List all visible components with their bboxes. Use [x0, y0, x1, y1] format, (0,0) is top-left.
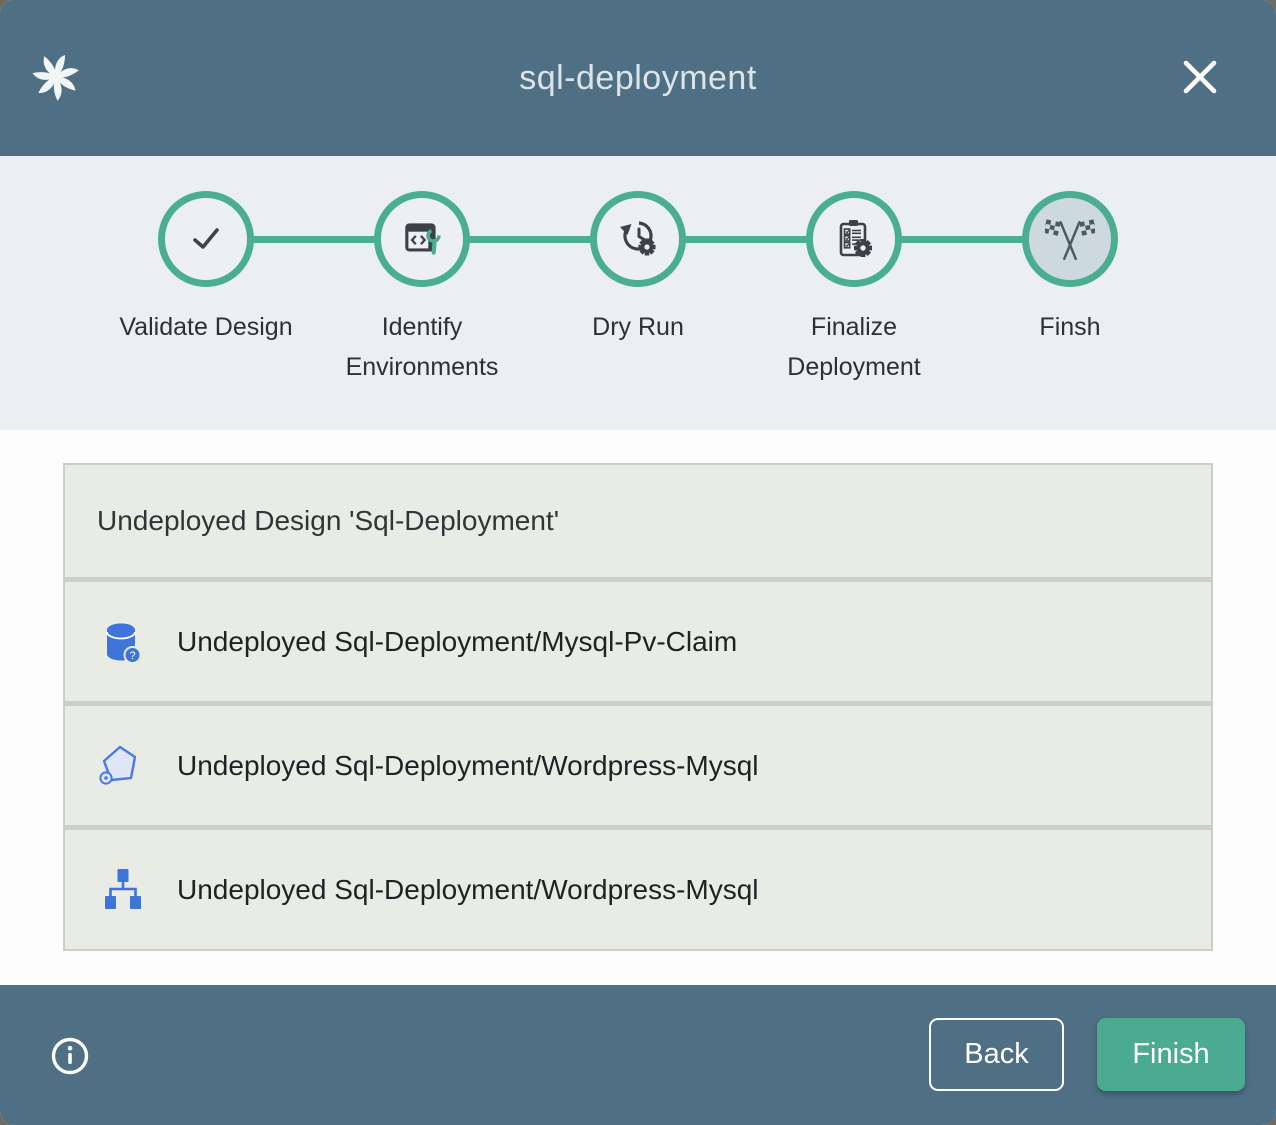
log-row-text: Undeployed Sql-Deployment/Mysql-Pv-Claim: [177, 626, 737, 658]
clipboard-gear-icon: [830, 215, 878, 263]
step-label: Dry Run: [592, 307, 684, 347]
svg-text:?: ?: [129, 650, 135, 662]
step-circle: [590, 191, 686, 287]
history-gear-icon: [614, 215, 662, 263]
log-row-text: Undeployed Sql-Deployment/Wordpress-Mysq…: [177, 874, 759, 906]
dialog-title: sql-deployment: [0, 0, 1276, 156]
modal-body: Undeployed Design 'Sql-Deployment' ? Und…: [0, 430, 1276, 985]
pod-icon: [97, 742, 145, 790]
screen: sql-deployment: [0, 0, 1276, 1125]
step-circle: [806, 191, 902, 287]
topology-icon: [97, 866, 145, 914]
step-circle: [374, 191, 470, 287]
info-button[interactable]: [50, 1036, 90, 1076]
info-icon: [50, 1036, 90, 1076]
deployment-log-list: Undeployed Design 'Sql-Deployment' ? Und…: [63, 463, 1213, 951]
step-identify-environments[interactable]: Identify Environments: [314, 156, 530, 387]
checkered-flags-icon: [1045, 214, 1095, 264]
database-icon: ?: [97, 618, 145, 666]
step-label: Finalize Deployment: [746, 307, 962, 387]
deploy-wizard-modal: sql-deployment: [0, 0, 1276, 1125]
log-row-pv-claim: ? Undeployed Sql-Deployment/Mysql-Pv-Cla…: [65, 582, 1211, 701]
step-finish[interactable]: Finsh: [962, 156, 1178, 387]
step-label: Identify Environments: [314, 307, 530, 387]
step-dry-run[interactable]: Dry Run: [530, 156, 746, 387]
step-label: Validate Design: [119, 307, 292, 347]
log-row-wordpress-mysql-topology: Undeployed Sql-Deployment/Wordpress-Mysq…: [65, 830, 1211, 949]
check-icon: [182, 215, 230, 263]
log-row-wordpress-mysql-pod: Undeployed Sql-Deployment/Wordpress-Mysq…: [65, 706, 1211, 825]
log-row-text: Undeployed Design 'Sql-Deployment': [97, 505, 559, 537]
wizard-stepper: Validate Design Identify Environm: [0, 156, 1276, 430]
back-button[interactable]: Back: [929, 1018, 1064, 1091]
close-icon: [1178, 55, 1222, 99]
code-window-wrench-icon: [399, 216, 445, 262]
modal-header: sql-deployment: [0, 0, 1276, 156]
log-row-design: Undeployed Design 'Sql-Deployment': [65, 465, 1211, 577]
log-row-text: Undeployed Sql-Deployment/Wordpress-Mysq…: [177, 750, 759, 782]
modal-footer: Back Finish: [0, 985, 1276, 1125]
close-button[interactable]: [1176, 54, 1224, 102]
finish-button[interactable]: Finish: [1097, 1018, 1245, 1091]
step-circle: [158, 191, 254, 287]
stepper-steps: Validate Design Identify Environm: [98, 156, 1178, 387]
step-circle: [1022, 191, 1118, 287]
step-validate-design[interactable]: Validate Design: [98, 156, 314, 387]
step-finalize-deployment[interactable]: Finalize Deployment: [746, 156, 962, 387]
step-label: Finsh: [1039, 307, 1100, 347]
